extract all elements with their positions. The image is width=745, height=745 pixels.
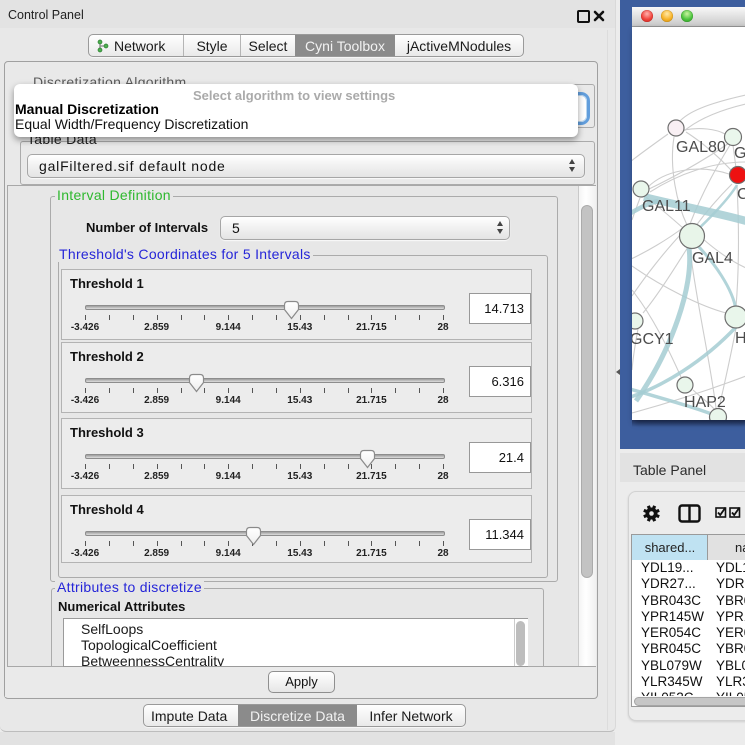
svg-text:G.: G. (734, 145, 745, 162)
svg-text:HAP2: HAP2 (684, 394, 726, 411)
svg-text:GAL4: GAL4 (692, 250, 733, 267)
svg-text:GAL80: GAL80 (676, 139, 726, 156)
svg-text:GAL11: GAL11 (642, 198, 691, 215)
svg-text:H: H (735, 330, 745, 347)
svg-text:GCY1: GCY1 (632, 331, 674, 348)
svg-text:C: C (737, 186, 745, 203)
